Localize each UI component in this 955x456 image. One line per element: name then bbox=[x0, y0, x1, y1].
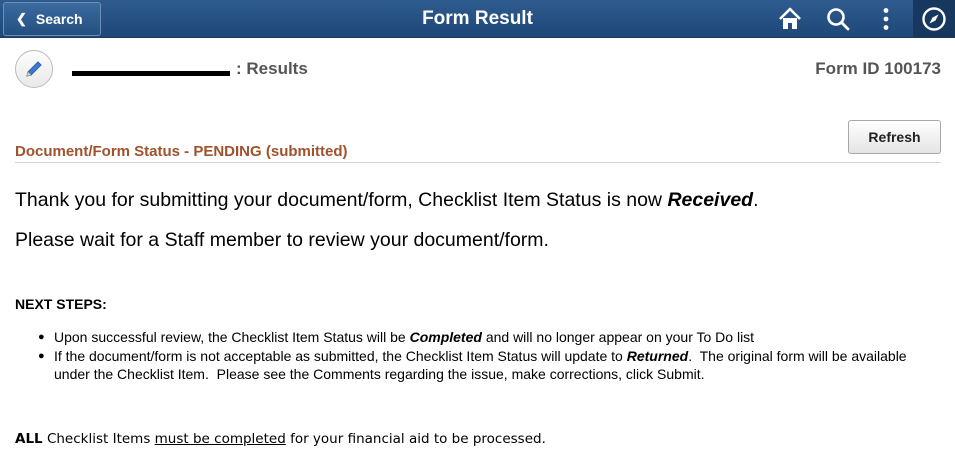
next-steps-title: NEXT STEPS: bbox=[15, 296, 107, 312]
message-period: . bbox=[753, 189, 759, 211]
back-to-search-button[interactable]: ❮ Search bbox=[3, 2, 101, 36]
form-id-value: 100173 bbox=[884, 59, 941, 78]
bullet-icon: ● bbox=[38, 350, 45, 362]
status-received: Received bbox=[667, 189, 754, 211]
top-navigation-bar: ❮ Search Form Result bbox=[0, 0, 955, 38]
footer-note: ALL Checklist Items must be completed fo… bbox=[15, 431, 546, 447]
list-item-text: If the document/form is not acceptable a… bbox=[54, 348, 911, 382]
footer-text-end: for your financial aid to be processed. bbox=[285, 431, 546, 447]
status-heading: Document/Form Status - PENDING (submitte… bbox=[15, 143, 348, 160]
navbar-button[interactable] bbox=[913, 0, 955, 38]
submission-message: Thank you for submitting your document/f… bbox=[15, 189, 759, 212]
pencil-icon bbox=[26, 61, 42, 77]
form-id-label: Form ID bbox=[815, 59, 880, 78]
footer-bold: ALL bbox=[15, 431, 43, 447]
more-vertical-icon[interactable] bbox=[873, 6, 899, 32]
list-item: ● Upon successful review, the Checklist … bbox=[38, 328, 918, 346]
footer-underlined: must be completed bbox=[154, 431, 286, 447]
list-item: ● If the document/form is not acceptable… bbox=[38, 347, 918, 383]
chevron-left-icon: ❮ bbox=[16, 11, 27, 26]
section-divider bbox=[15, 162, 941, 163]
navbar-compass-icon bbox=[922, 7, 946, 31]
results-title: : Results bbox=[236, 59, 308, 78]
edit-button[interactable] bbox=[15, 50, 53, 88]
form-id: Form ID 100173 bbox=[815, 59, 941, 79]
footer-text: Checklist Items bbox=[42, 431, 155, 447]
list-item-text: Upon successful review, the Checklist It… bbox=[54, 329, 755, 345]
page-title: Form Result bbox=[422, 8, 533, 29]
wait-message: Please wait for a Staff member to review… bbox=[15, 229, 549, 251]
next-steps-list: ● Upon successful review, the Checklist … bbox=[38, 328, 918, 384]
refresh-button[interactable]: Refresh bbox=[848, 120, 941, 154]
search-icon[interactable] bbox=[825, 6, 851, 32]
home-icon[interactable] bbox=[777, 6, 803, 32]
back-button-label: Search bbox=[35, 11, 83, 27]
redacted-name bbox=[72, 71, 230, 76]
message-text: Thank you for submitting your document/f… bbox=[15, 189, 668, 211]
bullet-icon: ● bbox=[38, 331, 45, 343]
